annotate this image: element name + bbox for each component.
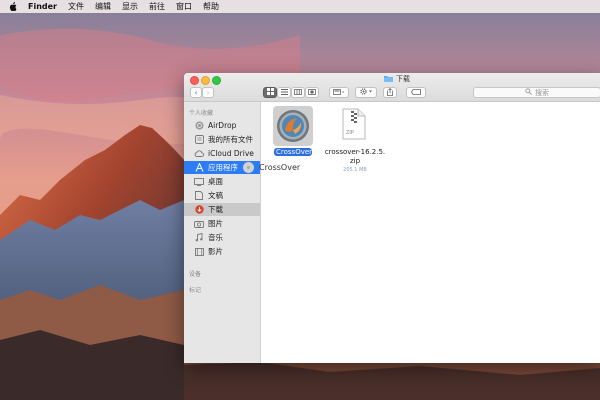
documents-icon bbox=[194, 191, 204, 201]
sidebar-item-all-files[interactable]: 我的所有文件 bbox=[184, 133, 260, 146]
sidebar-item-movies[interactable]: 影片 bbox=[184, 245, 260, 258]
sidebar-header-devices: 设备 bbox=[189, 271, 202, 278]
view-list-button[interactable] bbox=[277, 87, 291, 98]
tags-button[interactable] bbox=[406, 87, 426, 98]
zoom-button[interactable] bbox=[212, 76, 221, 85]
chevron-left-icon: ‹ bbox=[194, 88, 198, 97]
tag-icon bbox=[411, 88, 421, 97]
desktop-icon bbox=[194, 177, 204, 187]
menu-view[interactable]: 显示 bbox=[122, 0, 138, 13]
action-button[interactable] bbox=[355, 87, 377, 98]
file-item-crossover[interactable]: CrossOver bbox=[271, 106, 315, 164]
cover-flow-icon bbox=[308, 88, 316, 97]
sidebar-item-label: 我的所有文件 bbox=[208, 135, 253, 144]
sidebar-item-label: 应用程序 bbox=[208, 163, 238, 172]
zip-file-icon: ZIP bbox=[342, 108, 366, 140]
sidebar-item-music[interactable]: 音乐 bbox=[184, 231, 260, 244]
file-item-crossover-zip[interactable]: ZIP crossover-16.2.5. zip 205.1 MB bbox=[325, 106, 385, 186]
group-icon bbox=[333, 88, 345, 97]
crossover-app-icon bbox=[273, 106, 313, 146]
sidebar-item-documents[interactable]: 文稿 bbox=[184, 189, 260, 202]
finder-window: 下载 ‹ › 搜索 个人收藏 AirDrop 我的所有文件 iCloud Dri… bbox=[184, 73, 600, 363]
title-bar: 下载 ‹ › 搜索 bbox=[184, 73, 600, 102]
cloud-icon bbox=[194, 149, 204, 159]
list-view-icon bbox=[280, 88, 288, 97]
sidebar-item-label: 桌面 bbox=[208, 177, 223, 186]
sidebar-item-airdrop[interactable]: AirDrop bbox=[184, 119, 260, 132]
menu-finder[interactable]: Finder bbox=[28, 0, 57, 13]
file-name-crossover: CrossOver bbox=[274, 148, 313, 156]
sidebar-item-label: iCloud Drive bbox=[208, 149, 254, 158]
close-button[interactable] bbox=[190, 76, 199, 85]
search-icon bbox=[525, 88, 532, 97]
menu-edit[interactable]: 编辑 bbox=[95, 0, 111, 13]
menu-window[interactable]: 窗口 bbox=[176, 0, 192, 13]
search-placeholder: 搜索 bbox=[535, 88, 549, 97]
view-icon-button[interactable] bbox=[263, 87, 277, 98]
downloads-icon bbox=[194, 205, 204, 215]
folder-icon bbox=[384, 75, 393, 84]
apple-menu-icon[interactable] bbox=[8, 0, 18, 13]
sidebar-item-desktop[interactable]: 桌面 bbox=[184, 175, 260, 188]
applications-icon bbox=[194, 163, 204, 173]
sidebar-item-label: AirDrop bbox=[208, 121, 237, 130]
view-column-button[interactable] bbox=[291, 87, 305, 98]
menu-bar: Finder 文件 编辑 显示 前往 窗口 帮助 bbox=[0, 0, 600, 13]
share-button[interactable] bbox=[383, 87, 397, 98]
column-view-icon bbox=[294, 88, 302, 97]
search-field[interactable]: 搜索 bbox=[473, 87, 600, 98]
zip-badge: ZIP bbox=[346, 130, 354, 136]
pictures-icon bbox=[194, 219, 204, 229]
sidebar: 个人收藏 AirDrop 我的所有文件 iCloud Drive 应用程序 桌面… bbox=[184, 102, 261, 363]
window-title-text: 下载 bbox=[396, 75, 410, 83]
file-name-zip-line2: zip bbox=[349, 157, 361, 165]
file-size: 205.1 MB bbox=[343, 167, 367, 173]
sidebar-item-downloads[interactable]: 下载 bbox=[184, 203, 260, 216]
chevron-right-icon: › bbox=[206, 88, 210, 97]
drag-cursor-icon bbox=[243, 162, 254, 173]
menu-help[interactable]: 帮助 bbox=[203, 0, 219, 13]
sidebar-item-label: 文稿 bbox=[208, 191, 223, 200]
sidebar-header-favorites: 个人收藏 bbox=[189, 110, 214, 117]
sidebar-header-tags: 标记 bbox=[189, 287, 202, 294]
sidebar-item-applications[interactable]: 应用程序 bbox=[184, 161, 260, 174]
movies-icon bbox=[194, 247, 204, 257]
sidebar-item-label: 图片 bbox=[208, 219, 223, 228]
music-icon bbox=[194, 233, 204, 243]
sidebar-item-icloud-drive[interactable]: iCloud Drive bbox=[184, 147, 260, 160]
minimize-button[interactable] bbox=[201, 76, 210, 85]
toolbar: ‹ › 搜索 bbox=[184, 86, 600, 101]
share-icon bbox=[387, 87, 393, 98]
all-files-icon bbox=[194, 135, 204, 145]
file-name-zip-line1: crossover-16.2.5. bbox=[324, 148, 386, 156]
sidebar-item-label: 下载 bbox=[208, 205, 223, 214]
window-title: 下载 bbox=[384, 74, 410, 84]
back-button[interactable]: ‹ bbox=[190, 87, 202, 98]
sidebar-item-pictures[interactable]: 图片 bbox=[184, 217, 260, 230]
menu-go[interactable]: 前往 bbox=[149, 0, 165, 13]
sidebar-item-label: 音乐 bbox=[208, 233, 223, 242]
menu-file[interactable]: 文件 bbox=[68, 0, 84, 13]
view-gallery-button[interactable] bbox=[305, 87, 319, 98]
forward-button[interactable]: › bbox=[202, 87, 214, 98]
sidebar-item-label: 影片 bbox=[208, 247, 223, 256]
group-button[interactable] bbox=[329, 87, 349, 98]
gear-icon bbox=[359, 88, 373, 97]
file-browser: CrossOver ZIP crossover-16.2.5. zip 205.… bbox=[259, 102, 600, 363]
airdrop-icon bbox=[194, 121, 204, 131]
drag-preview-label: CrossOver bbox=[259, 163, 301, 172]
icon-view-icon bbox=[266, 88, 274, 97]
